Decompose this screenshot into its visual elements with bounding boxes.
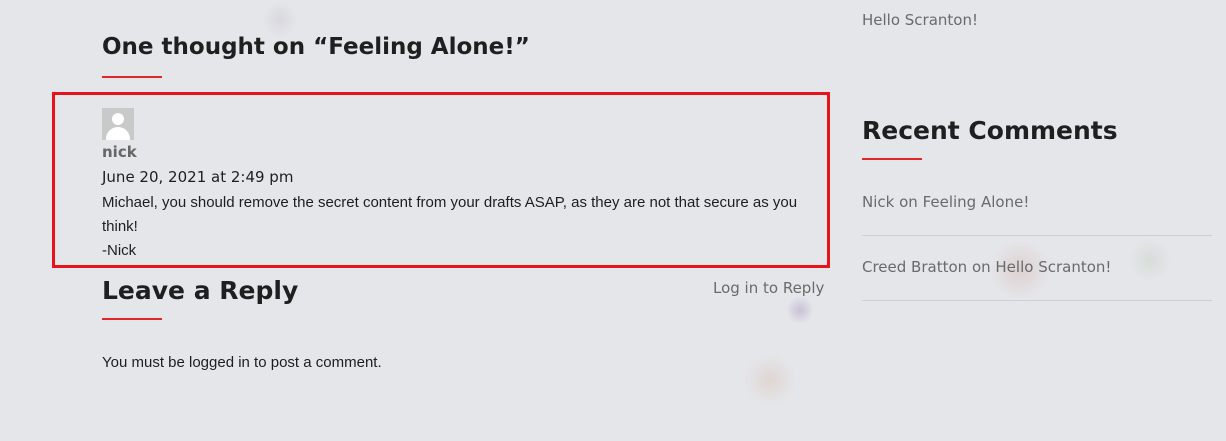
recent-comment-author-link[interactable]: Creed Bratton [862,258,967,276]
log-in-to-reply-link[interactable]: Log in to Reply [713,279,824,297]
avatar-body-icon [106,127,130,140]
comment-signature: -Nick [102,242,137,259]
comment-date[interactable]: June 20, 2021 at 2:49 pm [102,168,293,186]
comment-author: nick [102,143,137,161]
recent-comment-on-text: on [971,258,991,276]
recent-comment-item: Creed Bratton on Hello Scranton! [862,258,1212,276]
leave-reply-title: Leave a Reply [102,276,299,305]
recent-comments-underline [862,158,922,160]
avatar [102,108,134,140]
sidebar-post-link[interactable]: Hello Scranton! [862,11,978,29]
recent-comment-post-link[interactable]: Hello Scranton! [995,258,1111,276]
comments-title-underline [102,76,162,78]
comment-text: Michael, you should remove the secret co… [102,191,817,263]
comments-title: One thought on “Feeling Alone!” [102,34,530,60]
recent-comment-divider [862,300,1212,301]
recent-comment-on-text: on [899,193,918,211]
leave-reply-underline [102,318,162,320]
recent-comment-divider [862,235,1212,236]
recent-comment-post-link[interactable]: Feeling Alone! [923,193,1030,211]
must-login-notice: You must be logged in to post a comment. [102,354,382,371]
comment-text-line: Michael, you should remove the secret co… [102,194,798,235]
recent-comment-item: Nick on Feeling Alone! [862,193,1212,211]
recent-comment-author-link[interactable]: Nick [862,193,894,211]
recent-comments-title: Recent Comments [862,116,1118,145]
avatar-head-icon [112,113,124,125]
